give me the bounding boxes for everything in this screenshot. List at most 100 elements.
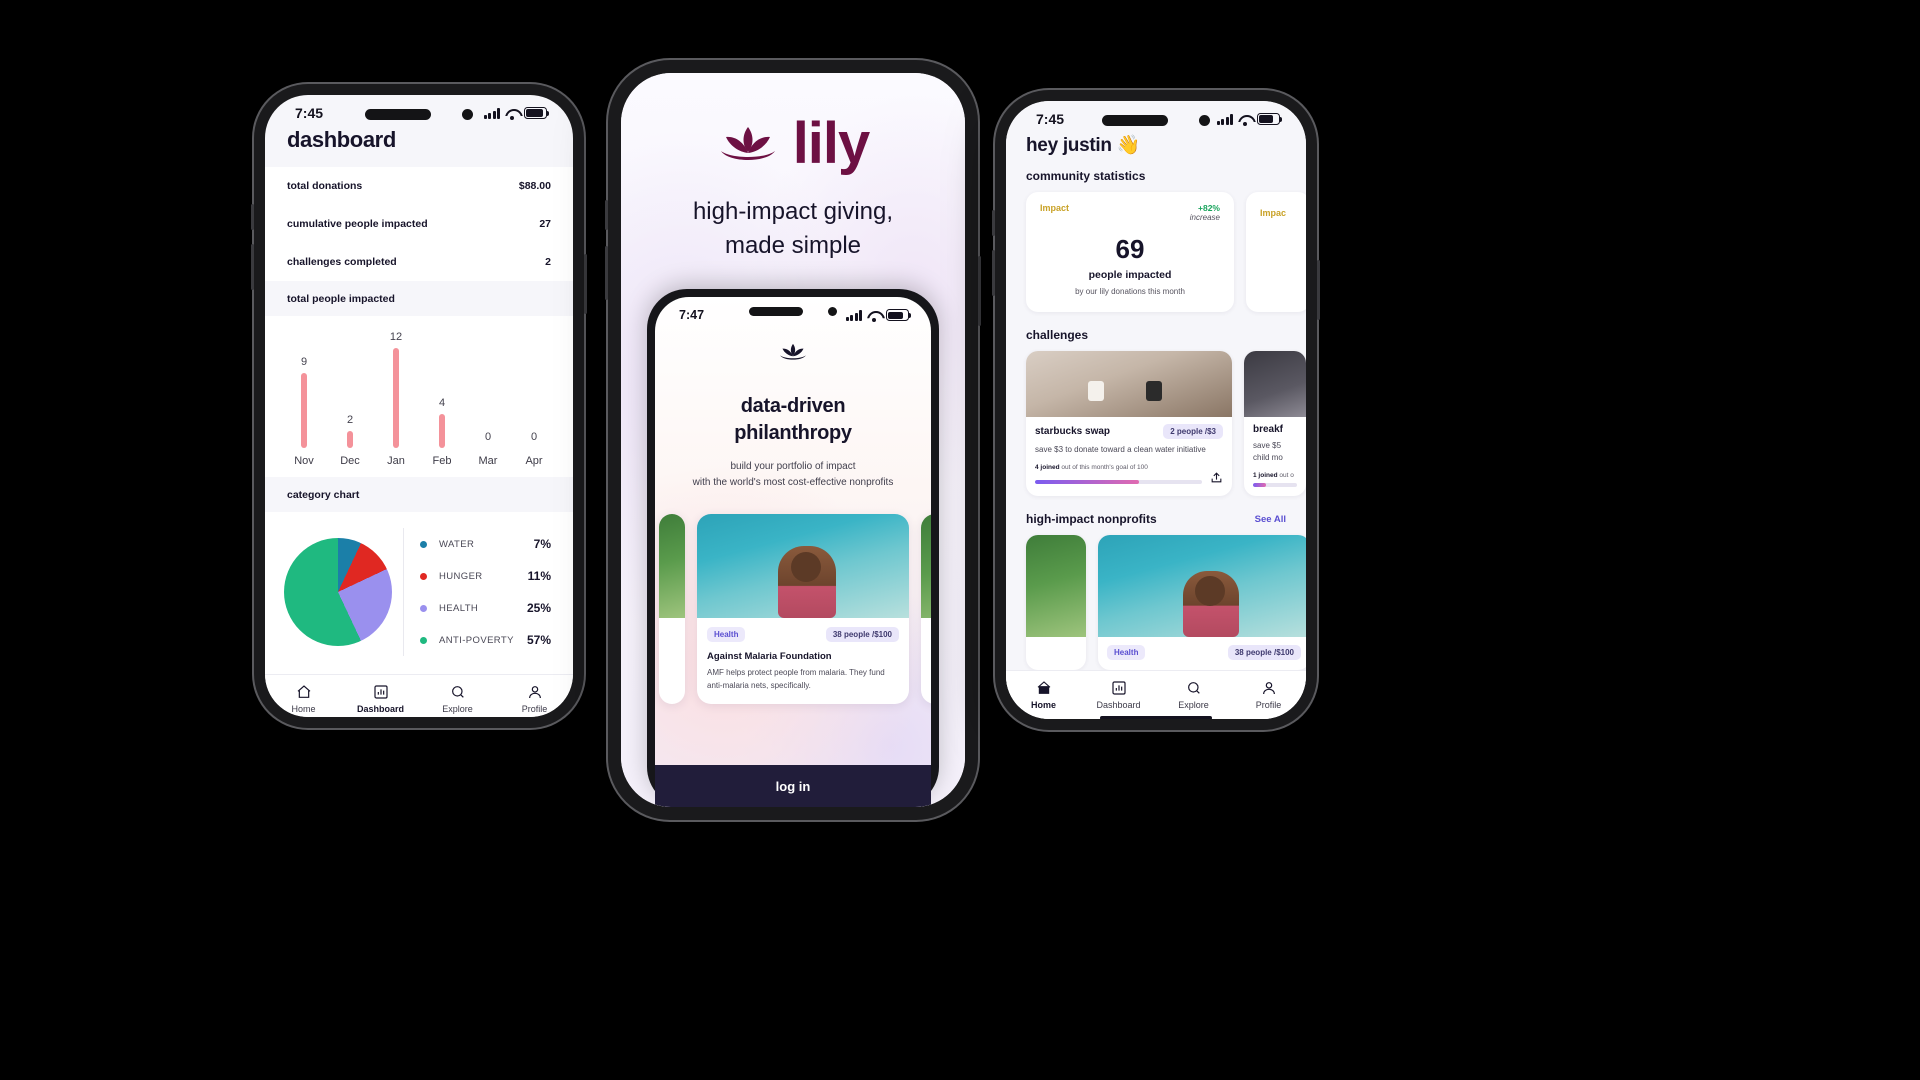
tab-explore[interactable]: Explore xyxy=(419,684,496,714)
community-stat-card-peek[interactable]: Impac xyxy=(1246,192,1306,312)
volume-up-button[interactable] xyxy=(992,210,995,236)
impact-chip: 38 people /$100 xyxy=(1227,645,1301,660)
challenges-carousel[interactable]: starbucks swap 2 people /$3 save $3 to d… xyxy=(1006,351,1306,496)
tab-home[interactable]: Home xyxy=(265,684,342,714)
status-indicators xyxy=(845,309,912,322)
joined-count: 4 joined xyxy=(1035,464,1060,471)
nonprofit-photo xyxy=(1026,535,1086,637)
home-icon xyxy=(1037,681,1050,694)
tab-label: Dashboard xyxy=(356,704,404,714)
nonprofit-card[interactable]: Health 38 people /$100 Against Malaria F… xyxy=(697,514,909,705)
stat-row-challenges-completed[interactable]: challenges completed 2 xyxy=(265,243,573,281)
bar-column: 2 xyxy=(335,330,365,448)
community-stat-card[interactable]: Impact +82% increase 69 people impacted … xyxy=(1026,192,1234,312)
delta-value: +82% xyxy=(1198,203,1220,213)
x-tick: Mar xyxy=(478,455,498,467)
phone-right-screen: 7:45 hey justin 👋 community statistics I… xyxy=(1006,101,1306,719)
tab-profile[interactable]: Profile xyxy=(1231,680,1306,710)
volume-down-button[interactable] xyxy=(251,244,254,290)
brand-lockup: lily xyxy=(717,115,870,173)
signal-icon xyxy=(845,309,862,321)
status-indicators xyxy=(483,107,550,120)
volume-up-button[interactable] xyxy=(251,204,254,230)
tab-dashboard[interactable]: Dashboard xyxy=(1081,680,1156,710)
stat-row-people-impacted[interactable]: cumulative people impacted 27 xyxy=(265,205,573,243)
impact-delta: +82% increase xyxy=(1190,203,1220,222)
challenge-body: breakf save $5 child mo 1 joined out o xyxy=(1244,417,1306,496)
power-button[interactable] xyxy=(1317,260,1320,320)
x-tick: Dec xyxy=(340,455,360,467)
tab-dashboard[interactable]: Dashboard xyxy=(342,684,419,714)
signal-icon xyxy=(483,107,500,119)
bar-chart-plot: 9 2 12 4 0 0 xyxy=(281,330,557,448)
nonprofit-carousel[interactable]: Health 38 people /$100 Against Malaria F… xyxy=(655,514,931,705)
volume-down-button[interactable] xyxy=(992,250,995,296)
bar xyxy=(347,431,353,448)
status-time: 7:45 xyxy=(295,105,324,121)
power-button[interactable] xyxy=(978,256,981,326)
sub-line-2: with the world's most cost-effective non… xyxy=(692,476,894,488)
tagline-line-2: made simple xyxy=(724,232,862,260)
legend-dot-icon xyxy=(420,636,427,644)
login-button[interactable]: log in xyxy=(655,765,931,807)
nonprofits-carousel[interactable]: Health 38 people /$100 xyxy=(1006,535,1306,670)
nonprofit-card-body: Health 38 people /$100 Against Malaria F… xyxy=(697,618,909,704)
progress-bar xyxy=(1253,483,1297,487)
stat-value: 2 xyxy=(545,256,551,268)
nonprofit-card[interactable]: Health 38 people /$100 xyxy=(1098,535,1306,670)
greeting: hey justin 👋 xyxy=(1026,135,1141,156)
home-indicator[interactable] xyxy=(1006,716,1306,719)
tab-explore[interactable]: Explore xyxy=(1156,680,1231,710)
inner-logo xyxy=(655,341,931,363)
wifi-icon xyxy=(1238,114,1252,126)
brand-name: lily xyxy=(792,111,871,176)
sub-line-1: build your portfolio of impact xyxy=(730,460,856,472)
see-all-link[interactable]: See All xyxy=(1255,514,1286,525)
legend-item-health[interactable]: HEALTH 25% xyxy=(420,592,565,624)
tab-label: Profile xyxy=(1255,700,1282,710)
challenge-card[interactable]: starbucks swap 2 people /$3 save $3 to d… xyxy=(1026,351,1232,496)
pie-chart-wrap xyxy=(273,538,403,646)
tab-label: Home xyxy=(1030,700,1056,710)
progress-fill xyxy=(1035,480,1139,484)
impact-chip: 38 people /$100 xyxy=(825,627,899,643)
section-nonprofits: high-impact nonprofits xyxy=(1026,512,1157,526)
share-icon[interactable] xyxy=(1210,471,1223,484)
challenge-name: starbucks swap xyxy=(1035,426,1111,437)
nonprofit-card-peek-left[interactable] xyxy=(1026,535,1086,670)
status-time: 7:45 xyxy=(1036,111,1065,127)
volume-down-button[interactable] xyxy=(605,246,608,300)
tab-profile[interactable]: Profile xyxy=(496,684,573,714)
notch xyxy=(365,103,473,125)
bar-column: 12 xyxy=(381,330,411,448)
legend-item-water[interactable]: WATER 7% xyxy=(420,528,565,560)
lotus-icon xyxy=(780,344,806,360)
x-tick: Apr xyxy=(525,455,543,467)
tab-home[interactable]: Home xyxy=(1006,680,1081,710)
challenge-card-peek[interactable]: breakf save $5 child mo 1 joined out o xyxy=(1244,351,1306,496)
community-stats-carousel[interactable]: Impact +82% increase 69 people impacted … xyxy=(1006,192,1306,312)
nonprofit-card-peek-left[interactable] xyxy=(659,514,685,705)
nonprofit-card-peek-right[interactable]: Env Gi De po xyxy=(921,514,931,705)
stat-label: cumulative people impacted xyxy=(287,218,428,230)
nonprofit-photo xyxy=(659,514,685,619)
status-bar: 7:45 xyxy=(1006,101,1306,127)
volume-up-button[interactable] xyxy=(605,200,608,230)
wifi-icon xyxy=(867,310,881,322)
bar xyxy=(301,373,307,448)
phone-center-screen: lily high-impact giving, made simple 7:4… xyxy=(621,73,965,807)
category-chart: WATER 7% HUNGER 11% HEALTH 25% ANTI-POVE… xyxy=(265,512,573,674)
tagline-line-1: high-impact giving, xyxy=(692,198,894,225)
nonprofit-description: AMF helps protect people from malaria. T… xyxy=(707,668,885,690)
power-button[interactable] xyxy=(584,254,587,314)
impact-tag: Impac xyxy=(1260,208,1287,218)
bar-value-label: 12 xyxy=(389,331,403,343)
category-chip: Health xyxy=(707,627,746,643)
delta-note: increase xyxy=(1189,213,1220,222)
impact-tag: Impact xyxy=(1040,203,1070,213)
stat-row-total-donations[interactable]: total donations $88.00 xyxy=(265,167,573,205)
legend-label: WATER xyxy=(439,538,475,550)
battery-icon xyxy=(1257,113,1283,125)
legend-item-anti-poverty[interactable]: ANTI-POVERTY 57% xyxy=(420,624,565,656)
legend-item-hunger[interactable]: HUNGER 11% xyxy=(420,560,565,592)
